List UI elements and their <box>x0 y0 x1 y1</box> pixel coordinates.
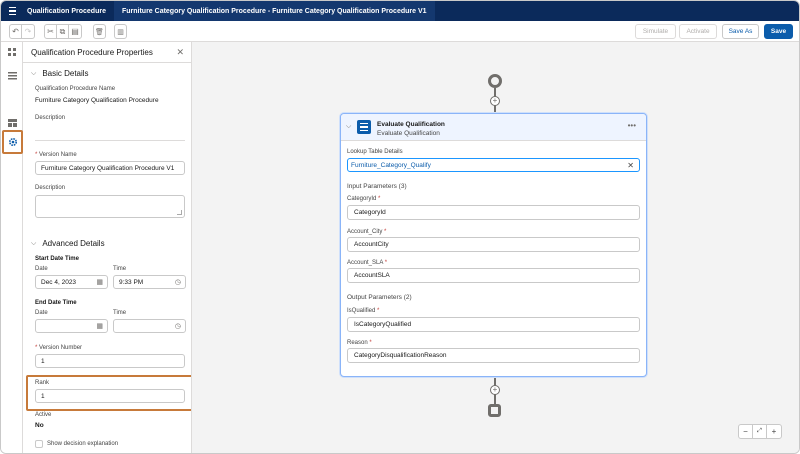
add-element-icon[interactable]: + <box>490 385 500 395</box>
start-time-value: 9:33 PM <box>119 278 144 286</box>
list-icon[interactable] <box>4 68 20 84</box>
reason-label: Reason * <box>347 340 372 346</box>
card-title: Evaluate Qualification <box>377 121 445 128</box>
evaluate-qualification-card[interactable]: ⌵ Evaluate Qualification Evaluate Qualif… <box>340 113 647 377</box>
card-header: ⌵ Evaluate Qualification Evaluate Qualif… <box>341 114 646 141</box>
procedure-name-label: Qualification Procedure Name <box>35 86 116 92</box>
edit-group: ✂ ⧉ ▤ <box>44 24 82 39</box>
version-description-label: Description <box>35 185 66 191</box>
lookup-table-input[interactable]: Furniture_Category_Qualify ✕ <box>347 158 640 172</box>
chevron-down-icon[interactable]: ⌵ <box>346 123 351 131</box>
flow-canvas[interactable]: + ⌵ Evaluate Qualification Evaluate Qual… <box>192 42 799 453</box>
end-date-label: Date <box>35 310 48 316</box>
category-id-input[interactable]: CategoryId <box>347 205 640 220</box>
reason-input[interactable]: CategoryDisqualificationReason <box>347 348 640 363</box>
is-qualified-label: IsQualified * <box>347 308 380 314</box>
close-icon[interactable]: ✕ <box>176 47 184 58</box>
paste-icon[interactable]: ▤ <box>69 25 81 38</box>
copy-icon[interactable]: ⧉ <box>57 25 69 38</box>
description-divider <box>35 140 185 141</box>
delete-icon[interactable]: 🗑 <box>93 24 106 39</box>
section-label: Advanced Details <box>42 239 105 248</box>
section-label: Basic Details <box>42 69 89 78</box>
calendar-icon[interactable]: ▦ <box>96 278 103 286</box>
more-options-icon[interactable]: ••• <box>628 121 636 130</box>
toolbar: ↶ ↷ ✂ ⧉ ▤ 🗑 ▥ Simulate Activate Save As … <box>1 21 799 42</box>
start-date-input[interactable]: Dec 4, 2023 ▦ <box>35 275 108 289</box>
start-time-label: Time <box>113 266 127 272</box>
output-parameters-header: Output Parameters (2) <box>347 294 412 301</box>
lookup-table-label: Lookup Table Details <box>347 149 403 155</box>
advanced-details-section[interactable]: ⌵ Advanced Details <box>31 239 105 248</box>
rank-label: Rank <box>35 380 50 386</box>
basic-details-section[interactable]: ⌵ Basic Details <box>31 69 89 78</box>
chevron-down-icon: ⌵ <box>31 69 37 77</box>
active-value: No <box>35 422 44 429</box>
show-explanation-label: Show decision explanation <box>47 441 119 447</box>
start-date-time-label: Start Date Time <box>35 256 79 262</box>
end-time-input[interactable]: ◷ <box>113 319 186 333</box>
start-node[interactable] <box>488 74 502 88</box>
properties-panel: Qualification Procedure Properties ✕ ⌵ B… <box>23 42 192 453</box>
end-date-input[interactable]: ▦ <box>35 319 108 333</box>
version-name-input[interactable]: Furniture Category Qualification Procedu… <box>35 161 185 175</box>
version-number-label: * Version Number <box>35 345 83 351</box>
description-label: Description <box>35 115 66 121</box>
start-date-label: Date <box>35 266 48 272</box>
clock-icon[interactable]: ◷ <box>175 278 181 286</box>
zoom-controls: − ⤢ + <box>738 424 782 439</box>
menu-icon[interactable] <box>9 5 23 17</box>
clock-icon[interactable]: ◷ <box>175 322 181 330</box>
top-navigation-bar: Qualification Procedure Furniture Catego… <box>1 1 799 21</box>
rank-input[interactable]: 1 <box>35 389 185 403</box>
input-parameters-header: Input Parameters (3) <box>347 183 407 190</box>
zoom-in-icon[interactable]: + <box>767 425 781 438</box>
end-time-label: Time <box>113 310 127 316</box>
start-date-value: Dec 4, 2023 <box>41 278 77 286</box>
simulate-button[interactable]: Simulate <box>635 24 676 39</box>
undo-icon[interactable]: ↶ <box>10 25 22 38</box>
save-button[interactable]: Save <box>764 24 793 39</box>
tab-qualification-procedure[interactable]: Qualification Procedure <box>23 1 114 21</box>
version-description-textarea[interactable] <box>35 195 185 218</box>
clipboard-icon[interactable]: ▥ <box>114 24 127 39</box>
version-name-label: * Version Name <box>35 152 77 158</box>
start-time-input[interactable]: 9:33 PM ◷ <box>113 275 186 289</box>
layout-icon[interactable] <box>4 115 20 131</box>
panel-header: Qualification Procedure Properties ✕ <box>23 42 191 63</box>
elements-grid-icon[interactable] <box>4 44 20 60</box>
account-sla-label: Account_SLA * <box>347 260 388 266</box>
version-number-input[interactable]: 1 <box>35 354 185 368</box>
category-id-label: CategoryId * <box>347 196 381 202</box>
panel-title: Qualification Procedure Properties <box>31 48 153 57</box>
end-node[interactable] <box>488 404 501 417</box>
end-date-time-label: End Date Time <box>35 300 77 306</box>
account-city-input[interactable]: AccountCity <box>347 237 640 252</box>
lookup-table-value: Furniture_Category_Qualify <box>351 161 431 169</box>
left-icon-rail <box>1 42 23 453</box>
activate-button[interactable]: Activate <box>679 24 717 39</box>
redo-icon[interactable]: ↷ <box>22 25 34 38</box>
card-subtitle: Evaluate Qualification <box>377 130 440 137</box>
list-icon <box>357 120 371 134</box>
undo-redo-group: ↶ ↷ <box>9 24 35 39</box>
procedure-name-value: Furniture Category Qualification Procedu… <box>35 97 159 104</box>
save-as-button[interactable]: Save As <box>722 24 759 39</box>
show-explanation-checkbox[interactable] <box>35 440 43 448</box>
clear-icon[interactable]: ✕ <box>627 161 634 170</box>
settings-gear-icon[interactable] <box>2 130 23 154</box>
is-qualified-input[interactable]: IsCategoryQualified <box>347 317 640 332</box>
account-city-label: Account_City * <box>347 229 387 235</box>
zoom-out-icon[interactable]: − <box>739 425 753 438</box>
tab-current-procedure[interactable]: Furniture Category Qualification Procedu… <box>113 1 435 21</box>
app-window: Qualification Procedure Furniture Catego… <box>0 0 800 454</box>
active-label: Active <box>35 412 52 418</box>
account-sla-input[interactable]: AccountSLA <box>347 268 640 283</box>
add-element-icon[interactable]: + <box>490 96 500 106</box>
cut-icon[interactable]: ✂ <box>45 25 57 38</box>
calendar-icon[interactable]: ▦ <box>96 322 103 330</box>
chevron-down-icon: ⌵ <box>31 239 37 247</box>
fit-view-icon[interactable]: ⤢ <box>753 425 767 438</box>
